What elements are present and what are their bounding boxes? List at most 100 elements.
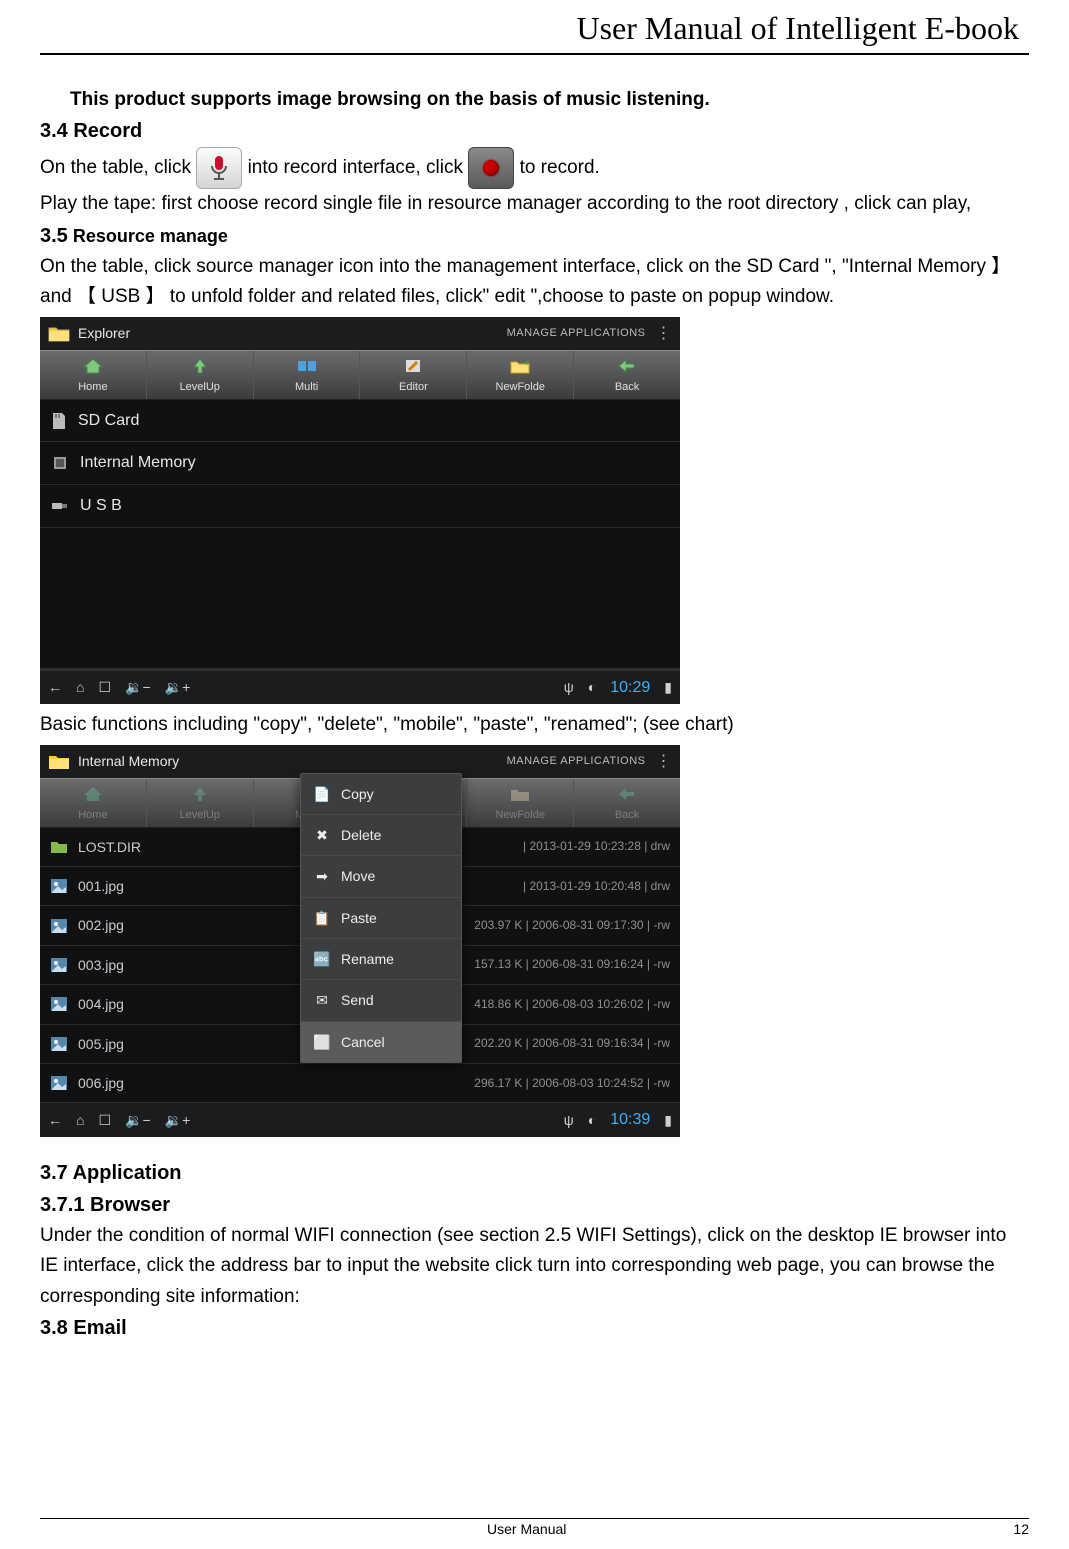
menu-item-icon: ✖ [313,824,331,846]
clock: 10:39 [610,1107,650,1133]
sd-card-icon [50,411,68,431]
signal-icon: ▮ [664,1109,672,1131]
list-item[interactable]: Internal Memory [40,442,680,485]
tab-newfolder[interactable]: NewFolde [467,779,574,827]
file-name: 003.jpg [78,954,124,976]
paragraph-midline: Basic functions including "copy", "delet… [40,710,1029,740]
footer-title: User Manual [40,1521,1013,1537]
file-name: 002.jpg [78,914,124,936]
file-icon [50,996,68,1012]
heading-3-7-1: 3.7.1 Browser [40,1189,1029,1221]
list-item[interactable]: SD Card [40,400,680,443]
tab-levelup[interactable]: LevelUp [147,351,254,399]
heading-3-4: 3.4 Record [40,115,1029,147]
file-name: LOST.DIR [78,836,141,858]
tab-label: Home [78,809,107,821]
intro-line: This product supports image browsing on … [40,85,1029,115]
tab-editor[interactable]: Editor [360,351,467,399]
file-icon [50,957,68,973]
folder-icon [48,324,70,342]
tab-back[interactable]: Back [574,779,680,827]
window-title: Explorer [78,322,130,344]
heading-3-8: 3.8 Email [40,1312,1029,1344]
back-nav-icon[interactable]: ← [48,1109,62,1131]
vol-down-icon[interactable]: 🔉− [125,1109,151,1131]
usb-status-icon: ψ [564,676,574,698]
tab-home[interactable]: Home [40,351,147,399]
tab-label: LevelUp [180,809,220,821]
file-meta: | 2013-01-29 10:23:28 | drw [523,837,670,856]
menu-item-move[interactable]: ➡Move [301,856,461,897]
menu-item-cancel[interactable]: ⬜Cancel [301,1022,461,1062]
vol-up-icon[interactable]: 🔉+ [165,676,191,698]
menu-item-send[interactable]: ✉Send [301,980,461,1021]
file-meta: | 2013-01-29 10:20:48 | drw [523,877,670,896]
file-icon [50,918,68,934]
heading-number: 3.5 [40,225,68,247]
text-fragment: to record. [520,157,600,178]
tab-label: Home [78,381,107,393]
menu-item-paste[interactable]: 📋 Paste [301,898,461,939]
item-label: Internal Memory [80,450,196,476]
recent-nav-icon[interactable]: ☐ [98,1109,111,1131]
tab-home[interactable]: Home [40,779,147,827]
tab-label: NewFolde [495,381,545,393]
debug-status-icon: ◐ [588,676,596,698]
chip-icon [50,454,70,472]
text-fragment: into record interface, click [248,157,469,178]
file-row[interactable]: 006.jpg 296.17 K | 2006-08-03 10:24:52 | … [40,1064,680,1103]
toolbar: Home LevelUp Multi Editor + NewFolde [40,350,680,400]
vol-up-icon[interactable]: 🔉+ [165,1109,191,1131]
manage-apps-link[interactable]: MANAGE APPLICATIONS [507,753,646,771]
tab-multi[interactable]: Multi [254,351,361,399]
tab-label: Multi [295,381,318,393]
back-nav-icon[interactable]: ← [48,676,62,698]
file-meta: 202.20 K | 2006-08-31 09:16:34 | -rw [474,1034,670,1053]
home-nav-icon[interactable]: ⌂ [76,676,84,698]
context-menu: 📄Copy ✖ Delete ➡Move 📋 Paste 🔤Rename✉Send⬜Canc… [300,773,462,1064]
usb-status-icon: ψ [564,1109,574,1131]
home-nav-icon[interactable]: ⌂ [76,1109,84,1131]
tab-levelup[interactable]: LevelUp [147,779,254,827]
menu-item-rename[interactable]: 🔤Rename [301,939,461,980]
svg-text:+: + [524,358,530,369]
menu-item-label: Delete [341,824,381,846]
recent-nav-icon[interactable]: ☐ [98,676,111,698]
menu-item-label: Copy [341,783,374,805]
page-footer: User Manual 12 [40,1518,1029,1537]
file-icon [50,1075,68,1091]
list-item[interactable]: U S B [40,485,680,528]
tab-newfolder[interactable]: + NewFolde [467,351,574,399]
menu-dots-icon[interactable]: ⋮ [656,749,673,775]
menu-item-label: Cancel [341,1031,385,1053]
menu-item-icon: ✉ [313,989,331,1011]
file-name: 006.jpg [78,1072,124,1094]
page-number: 12 [1013,1521,1029,1537]
usb-icon [50,498,70,514]
item-label: U S B [80,493,122,519]
tab-back[interactable]: Back [574,351,680,399]
menu-item-copy[interactable]: 📄Copy [301,774,461,815]
menu-item-label: Rename [341,948,394,970]
menu-item-icon: 📋 [313,907,331,929]
paragraph-3-4-b: Play the tape: first choose record singl… [40,189,1029,219]
menu-item-label: Paste [341,907,377,929]
heading-text: Resource manage [68,226,228,246]
window-title: Internal Memory [78,750,179,772]
file-name: 004.jpg [78,993,124,1015]
menu-item-delete[interactable]: ✖ Delete [301,815,461,856]
vol-down-icon[interactable]: 🔉− [125,676,151,698]
file-meta: 296.17 K | 2006-08-03 10:24:52 | -rw [474,1074,670,1093]
manage-apps-link[interactable]: MANAGE APPLICATIONS [507,325,646,343]
tab-label: NewFolde [495,809,545,821]
tab-label: Editor [399,381,428,393]
file-icon [50,878,68,894]
debug-status-icon: ◐ [588,1109,596,1131]
file-name: 001.jpg [78,875,124,897]
signal-icon: ▮ [664,676,672,698]
folder-icon [48,752,70,770]
heading-3-7: 3.7 Application [40,1157,1029,1189]
menu-item-label: Move [341,865,375,887]
menu-dots-icon[interactable]: ⋮ [656,321,673,347]
page-header-title: User Manual of Intelligent E-book [40,10,1029,55]
